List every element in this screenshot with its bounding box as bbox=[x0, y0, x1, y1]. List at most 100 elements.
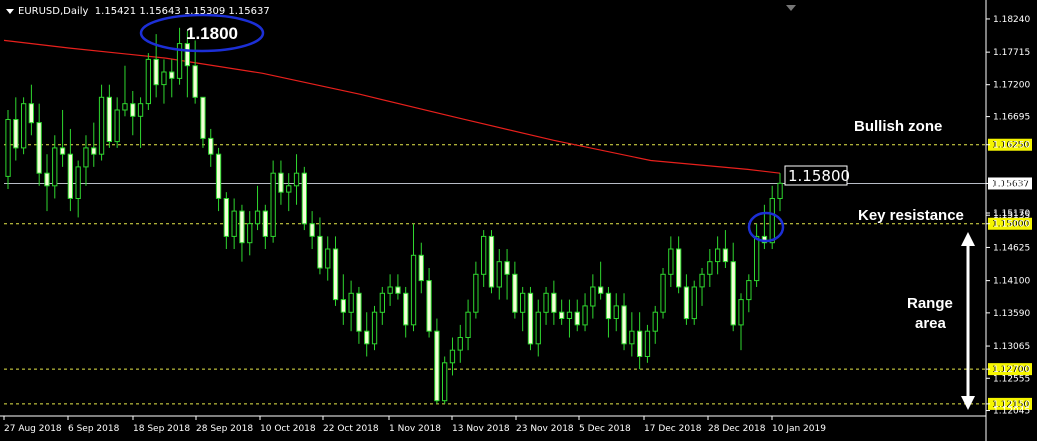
candle[interactable] bbox=[535, 299, 541, 357]
candle[interactable] bbox=[722, 230, 729, 268]
candle[interactable] bbox=[145, 53, 151, 110]
candle[interactable] bbox=[114, 97, 120, 148]
candle[interactable] bbox=[574, 299, 580, 332]
chart-window[interactable]: 1.16250 1.15000 1.12700 1.12150 1.15637 1.18… bbox=[0, 0, 1037, 441]
candle[interactable] bbox=[301, 166, 308, 231]
candle[interactable] bbox=[707, 249, 713, 287]
candle-body-bull bbox=[145, 58, 151, 105]
candle[interactable] bbox=[5, 109, 11, 189]
candle[interactable] bbox=[293, 154, 300, 205]
candle[interactable] bbox=[660, 267, 666, 319]
candle[interactable] bbox=[559, 299, 565, 325]
candle[interactable] bbox=[652, 305, 658, 344]
dropdown-triangle-icon[interactable] bbox=[6, 8, 14, 14]
candle[interactable] bbox=[644, 324, 651, 363]
candle[interactable] bbox=[130, 91, 136, 136]
candle[interactable] bbox=[278, 160, 284, 205]
candle[interactable] bbox=[629, 312, 635, 357]
candle[interactable] bbox=[325, 236, 331, 281]
candle[interactable] bbox=[543, 286, 549, 325]
candle[interactable] bbox=[36, 103, 42, 186]
price-tick-label: 1.13590 bbox=[993, 309, 1030, 319]
candle[interactable] bbox=[504, 249, 510, 300]
candle[interactable] bbox=[730, 242, 736, 332]
candle[interactable] bbox=[340, 274, 347, 325]
candle[interactable] bbox=[44, 154, 50, 212]
candle[interactable] bbox=[231, 198, 237, 250]
candle[interactable] bbox=[613, 293, 619, 332]
candle[interactable] bbox=[223, 192, 229, 250]
candle[interactable] bbox=[364, 312, 370, 357]
candle[interactable] bbox=[637, 312, 643, 370]
candle[interactable] bbox=[473, 261, 479, 319]
candle[interactable] bbox=[683, 274, 690, 325]
candle[interactable] bbox=[239, 204, 245, 262]
candle[interactable] bbox=[442, 356, 448, 404]
candle[interactable] bbox=[98, 84, 105, 161]
candle[interactable] bbox=[434, 318, 440, 404]
candle[interactable] bbox=[598, 261, 604, 300]
candle[interactable] bbox=[590, 274, 596, 319]
candle[interactable] bbox=[67, 128, 73, 212]
candle[interactable] bbox=[699, 267, 705, 306]
candle[interactable] bbox=[496, 249, 502, 300]
candle[interactable] bbox=[676, 236, 682, 294]
candle[interactable] bbox=[356, 286, 362, 344]
candle[interactable] bbox=[21, 97, 27, 155]
candle[interactable] bbox=[551, 280, 557, 325]
candle[interactable] bbox=[449, 337, 456, 376]
candle[interactable] bbox=[13, 97, 19, 161]
candle[interactable] bbox=[754, 223, 760, 287]
candle[interactable] bbox=[691, 280, 697, 325]
candle[interactable] bbox=[457, 324, 463, 363]
candle[interactable] bbox=[176, 27, 183, 85]
candle[interactable] bbox=[28, 84, 35, 136]
candle[interactable] bbox=[371, 305, 378, 351]
candle[interactable] bbox=[746, 274, 752, 313]
candle[interactable] bbox=[761, 204, 768, 250]
candle[interactable] bbox=[270, 160, 276, 243]
candle[interactable] bbox=[169, 59, 175, 98]
candle[interactable] bbox=[379, 286, 386, 325]
candle[interactable] bbox=[621, 293, 627, 351]
candle[interactable] bbox=[738, 293, 744, 351]
candle[interactable] bbox=[75, 160, 81, 218]
candle[interactable] bbox=[426, 267, 432, 338]
candle[interactable] bbox=[418, 242, 424, 294]
price-chart[interactable]: 1.162501.150001.127001.121501.15637 1.18… bbox=[0, 0, 1037, 441]
candle[interactable] bbox=[481, 230, 487, 287]
candle[interactable] bbox=[520, 286, 526, 332]
candle[interactable] bbox=[137, 97, 144, 148]
candle[interactable] bbox=[122, 65, 128, 117]
candle[interactable] bbox=[668, 236, 674, 287]
candle[interactable] bbox=[247, 211, 253, 256]
candle[interactable] bbox=[715, 236, 721, 275]
candle[interactable] bbox=[83, 135, 89, 186]
candle[interactable] bbox=[566, 299, 573, 338]
candle[interactable] bbox=[286, 173, 292, 212]
candle[interactable] bbox=[254, 185, 261, 231]
candle[interactable] bbox=[582, 293, 588, 332]
candle[interactable] bbox=[161, 59, 167, 104]
candle[interactable] bbox=[309, 211, 315, 250]
candle[interactable] bbox=[403, 286, 409, 338]
candle[interactable] bbox=[208, 128, 214, 167]
candle[interactable] bbox=[106, 84, 112, 148]
candle[interactable] bbox=[262, 204, 269, 250]
candle[interactable] bbox=[395, 274, 401, 300]
candle[interactable] bbox=[200, 96, 206, 148]
candle[interactable] bbox=[777, 173, 783, 212]
candle[interactable] bbox=[348, 280, 354, 332]
chart-shift-marker-icon[interactable] bbox=[786, 5, 796, 11]
candle[interactable] bbox=[605, 286, 612, 338]
candle[interactable] bbox=[488, 230, 495, 294]
candle[interactable] bbox=[410, 223, 417, 332]
candle[interactable] bbox=[59, 109, 66, 167]
candle[interactable] bbox=[465, 299, 471, 351]
candle[interactable] bbox=[332, 236, 339, 306]
candle[interactable] bbox=[512, 261, 518, 319]
candle[interactable] bbox=[317, 217, 323, 275]
candle[interactable] bbox=[387, 274, 393, 306]
candle[interactable] bbox=[527, 286, 534, 351]
candle[interactable] bbox=[215, 147, 222, 212]
